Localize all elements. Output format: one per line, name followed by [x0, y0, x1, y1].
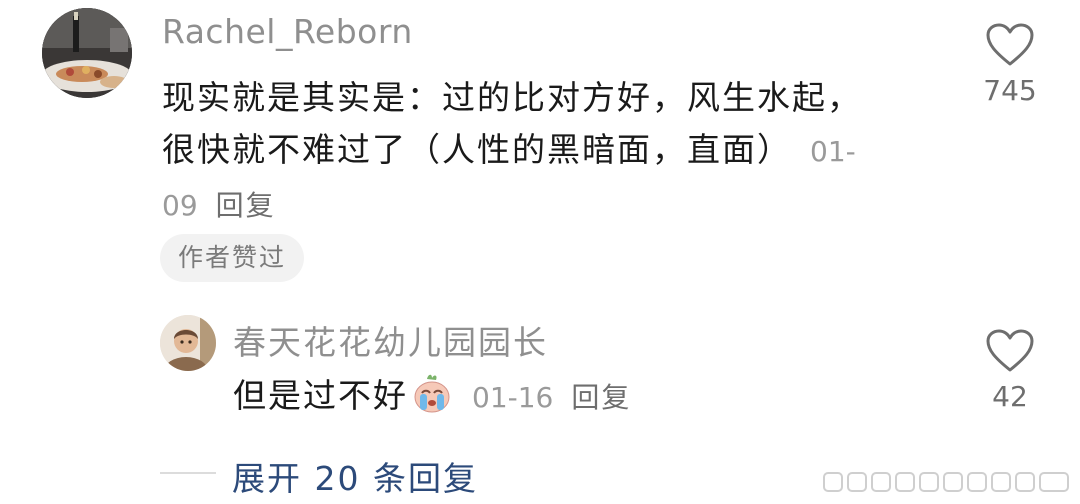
avatar-photo	[42, 8, 132, 98]
author-liked-badge: 作者赞过	[160, 234, 305, 282]
comment-body: 现实就是其实是：过的比对方好，风生水起，很快就不难过了（人性的黑暗面，直面） 01…	[162, 72, 862, 232]
reply-avatar-photo	[160, 315, 216, 371]
reply-username[interactable]: 春天花花幼儿园园长	[233, 316, 548, 364]
reply-reply-button[interactable]: 回复	[571, 381, 631, 414]
comment-username[interactable]: Rachel_Reborn	[162, 12, 413, 51]
crying-face-emoji-icon	[410, 371, 454, 415]
reply-text: 但是过不好	[233, 376, 408, 415]
comment-reply-button[interactable]: 回复	[216, 189, 276, 222]
comment-like-count: 745	[983, 74, 1037, 107]
watermark-logo	[823, 472, 1069, 492]
user-avatar[interactable]	[42, 8, 132, 98]
heart-icon	[986, 23, 1034, 66]
expand-divider	[160, 472, 216, 474]
comment-like-button[interactable]: 745	[970, 22, 1050, 107]
reply-like-count: 42	[992, 380, 1028, 413]
comment-text: 现实就是其实是：过的比对方好，风生水起，很快就不难过了（人性的黑暗面，直面）	[162, 78, 862, 169]
reply-date: 01-16	[472, 381, 554, 414]
reply-user-avatar[interactable]	[160, 315, 216, 371]
reply-like-button[interactable]: 42	[970, 328, 1050, 413]
reply-body: 但是过不好 01-16 回复	[233, 370, 631, 424]
heart-icon	[986, 329, 1034, 372]
expand-replies-link[interactable]: 展开 20 条回复	[232, 452, 478, 500]
